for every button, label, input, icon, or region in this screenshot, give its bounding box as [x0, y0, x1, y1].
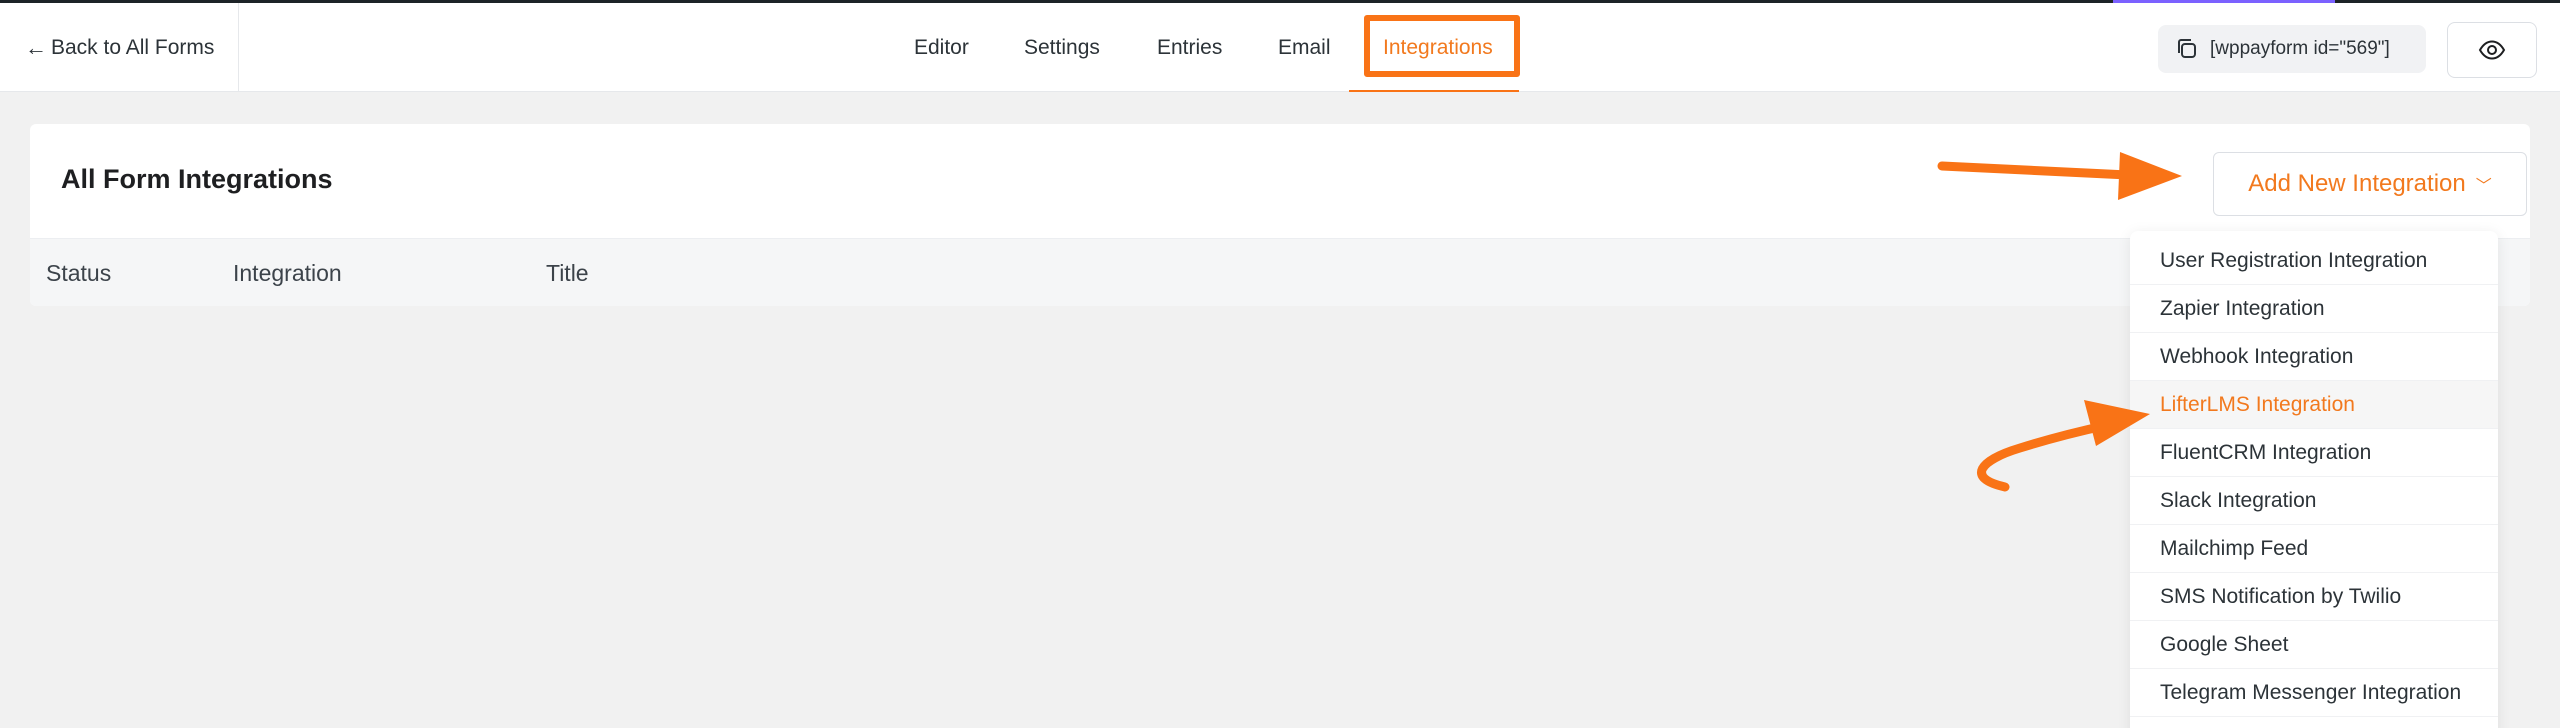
back-link-label: Back to All Forms: [51, 35, 215, 59]
page-title: All Form Integrations: [61, 164, 333, 194]
copy-icon: [2178, 39, 2196, 58]
menu-item-fluentcrm[interactable]: FluentCRM Integration: [2130, 429, 2498, 477]
column-integration[interactable]: Integration: [233, 239, 342, 307]
column-status[interactable]: Status: [46, 239, 111, 307]
tab-entries[interactable]: Entries: [1157, 3, 1222, 92]
shortcode-text: [wppayform id="569"]: [2210, 38, 2390, 59]
menu-item-slack[interactable]: Slack Integration: [2130, 477, 2498, 525]
menu-item-mailchimp[interactable]: Mailchimp Feed: [2130, 525, 2498, 573]
menu-item-webhook[interactable]: Webhook Integration: [2130, 333, 2498, 381]
back-to-forms-link[interactable]: ← Back to All Forms: [25, 3, 214, 92]
dropdown-caret: [2330, 221, 2350, 231]
menu-item-lifterlms[interactable]: LifterLMS Integration: [2130, 381, 2498, 429]
menu-item-google-sheet[interactable]: Google Sheet: [2130, 621, 2498, 669]
tab-editor[interactable]: Editor: [914, 3, 969, 92]
menu-item-user-registration[interactable]: User Registration Integration: [2130, 237, 2498, 285]
tab-email[interactable]: Email: [1278, 3, 1331, 92]
annotation-arrow-to-lifterlms: [1977, 400, 2150, 492]
integration-dropdown-menu: User Registration Integration Zapier Int…: [2130, 231, 2498, 728]
arrow-left-icon: ←: [25, 34, 47, 60]
preview-button[interactable]: [2447, 22, 2537, 78]
tab-settings[interactable]: Settings: [1024, 3, 1100, 92]
add-new-integration-button[interactable]: Add New Integration ﹀: [2213, 152, 2527, 216]
header-divider: [238, 3, 239, 92]
column-title[interactable]: Title: [546, 239, 589, 307]
chevron-down-icon: ﹀: [2475, 178, 2492, 195]
shortcode-copy-button[interactable]: [wppayform id="569"]: [2158, 25, 2426, 73]
active-tab-highlight-box: [1364, 15, 1520, 77]
form-header: ← Back to All Forms Editor Settings Entr…: [0, 3, 2560, 92]
eye-icon: [2478, 40, 2506, 60]
menu-item-twilio-sms[interactable]: SMS Notification by Twilio: [2130, 573, 2498, 621]
menu-item-zapier[interactable]: Zapier Integration: [2130, 285, 2498, 333]
add-button-label: Add New Integration: [2248, 170, 2466, 197]
active-tab-underline: [1349, 90, 1519, 92]
menu-item-telegram[interactable]: Telegram Messenger Integration: [2130, 669, 2498, 717]
